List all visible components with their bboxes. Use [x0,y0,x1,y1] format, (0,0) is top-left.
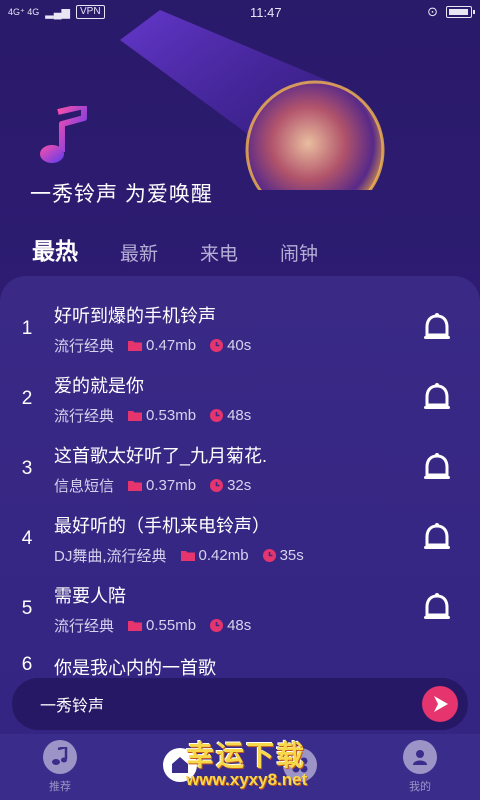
song-title: 爱的就是你 [54,376,144,396]
rank-number: 1 [21,318,33,339]
home-icon [163,748,197,782]
clock-icon [210,339,224,352]
nav-label: 我的 [409,781,431,793]
duration: 35s [279,547,304,564]
music-note-logo-icon [40,106,87,163]
song-title: 最好听的（手机来电铃声） [54,516,270,536]
folder-icon [128,621,143,631]
vpn-badge: VPN [75,5,105,19]
list-item[interactable]: 5 需要人陪 流行经典 0.55mb 48s [0,574,480,644]
song-title: 这首歌太好听了_九月菊花. [54,446,268,466]
nav-category[interactable] [260,748,340,786]
signal-icon: ▂▄▆ [45,6,70,19]
tab-newest[interactable]: 最新 [120,239,158,266]
rank-number: 6 [21,654,33,675]
play-button[interactable] [422,686,458,722]
rank-number: 5 [21,598,33,619]
status-bar: 4G⁺ 4G ▂▄▆ VPN 11:47 ⊙ [0,0,480,24]
song-category: 流行经典 [54,408,115,425]
list-item[interactable]: 2 爱的就是你 流行经典 0.53mb 48s [0,364,480,434]
song-title: 好听到爆的手机铃声 [54,306,216,326]
folder-icon [180,551,195,561]
clock-time: 11:47 [250,4,282,20]
set-ringtone-bell-icon[interactable] [422,523,452,555]
song-category: DJ舞曲,流行经典 [54,548,167,565]
network-indicator: 4G⁺ 4G [8,6,40,17]
clock-icon [210,479,224,492]
rank-number: 3 [21,458,33,479]
list-item[interactable]: 4 最好听的（手机来电铃声） DJ舞曲,流行经典 0.42mb 35s [0,504,480,574]
tab-incoming-call[interactable]: 来电 [200,239,238,266]
file-size: 0.42mb [198,547,249,564]
duration: 48s [227,617,252,634]
file-size: 0.37mb [146,477,197,494]
set-ringtone-bell-icon[interactable] [422,313,452,345]
meteor-illustration [120,10,385,190]
lock-rotation-icon: ⊙ [427,4,438,19]
duration: 48s [227,407,252,424]
duration: 32s [227,477,252,494]
folder-icon [128,411,143,421]
set-ringtone-bell-icon[interactable] [422,453,452,485]
user-icon [403,740,437,774]
player-title: 一秀铃声 [40,698,105,715]
bottom-navigation: 推荐 我的 [0,734,480,800]
rank-number: 2 [21,388,33,409]
mini-player[interactable]: 一秀铃声 [12,678,468,730]
nav-recommend[interactable]: 推荐 [20,740,100,794]
category-tabs: 最热 最新 来电 闹钟 [32,232,318,266]
file-size: 0.47mb [146,337,197,354]
list-item[interactable]: 3 这首歌太好听了_九月菊花. 信息短信 0.37mb 32s [0,434,480,504]
file-size: 0.55mb [146,617,197,634]
hero-banner: 4G⁺ 4G ▂▄▆ VPN 11:47 ⊙ 一秀铃声 为爱唤醒 最热 最新 来… [0,0,480,300]
category-icon [283,748,317,782]
music-note-icon [43,740,77,774]
nav-mine[interactable]: 我的 [380,740,460,794]
song-title: 需要人陪 [54,586,126,606]
file-size: 0.53mb [146,407,197,424]
play-icon [434,696,448,712]
clock-icon [210,619,224,632]
clock-icon [210,409,224,422]
list-item[interactable]: 6 你是我心内的一首歌 [0,644,480,678]
tab-alarm[interactable]: 闹钟 [280,239,318,266]
nav-home[interactable] [140,748,220,786]
folder-icon [128,481,143,491]
folder-icon [128,341,143,351]
tab-hottest[interactable]: 最热 [32,232,84,266]
nav-label: 推荐 [49,781,71,793]
app-slogan: 一秀铃声 为爱唤醒 [30,183,213,206]
rank-number: 4 [21,528,33,549]
set-ringtone-bell-icon[interactable] [422,383,452,415]
battery-icon [446,6,475,18]
song-category: 流行经典 [54,618,115,635]
song-category: 流行经典 [54,338,115,355]
set-ringtone-bell-icon[interactable] [422,593,452,625]
duration: 40s [227,337,252,354]
list-item[interactable]: 1 好听到爆的手机铃声 流行经典 0.47mb 40s [0,294,480,364]
clock-icon [262,549,276,562]
song-category: 信息短信 [54,478,115,495]
song-title: 你是我心内的一首歌 [54,658,216,678]
